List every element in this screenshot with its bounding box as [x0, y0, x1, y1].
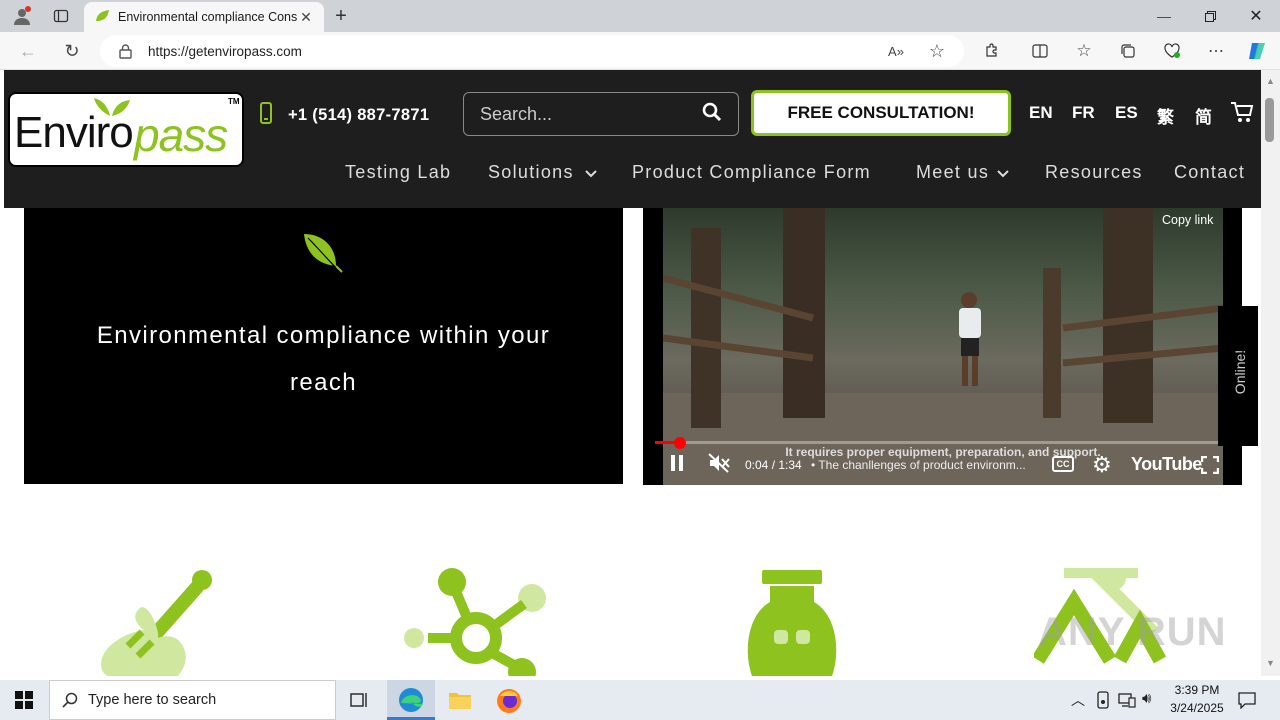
favorites-icon[interactable]: ☆	[1072, 39, 1096, 63]
phone-icon	[260, 102, 272, 129]
nav-testing-lab[interactable]: Testing Lab	[345, 162, 451, 183]
edge-icon	[398, 687, 424, 718]
search-placeholder: Search...	[480, 103, 553, 124]
language-fr[interactable]: FR	[1072, 103, 1095, 123]
anyrun-watermark: ANY RUN	[1038, 610, 1227, 654]
split-screen-icon[interactable]	[1028, 39, 1052, 63]
molecule-icon	[404, 568, 546, 676]
browser-tab-bar: Environmental compliance Cons ✕ + — ✕	[0, 0, 1280, 32]
web-page: Enviro pass TM +1 (514) 887-7871 Search.…	[4, 70, 1261, 676]
phone-number: +1 (514) 887-7871	[288, 106, 430, 124]
tab-title: Environmental compliance Cons	[118, 10, 298, 24]
scroll-up-icon[interactable]: ▲	[1266, 76, 1275, 86]
nav-meet-us[interactable]: Meet us	[916, 162, 989, 183]
leaf-favicon-icon	[94, 9, 110, 26]
hero-tagline: Environmental compliance within your rea…	[96, 322, 551, 396]
restore-icon[interactable]	[1196, 4, 1224, 28]
refresh-icon[interactable]: ↻	[58, 38, 86, 64]
copy-link[interactable]: Copy link	[1162, 213, 1213, 227]
taskbar-time[interactable]: 3:39 PM	[1166, 683, 1228, 697]
language-es[interactable]: ES	[1115, 103, 1138, 123]
nav-resources[interactable]: Resources	[1045, 162, 1143, 183]
hero-panel: Environmental compliance within your rea…	[24, 208, 623, 484]
settings-gear-icon[interactable]: ⚙	[1092, 452, 1112, 478]
windows-taskbar: Type here to search ︿ 🔊︎ 3:39 PM 3/24/20…	[0, 680, 1280, 720]
poison-bottle-skull-icon	[747, 570, 837, 676]
leaf-icon	[304, 234, 343, 275]
pause-icon[interactable]	[670, 455, 684, 476]
taskbar-date[interactable]: 3/24/2025	[1164, 701, 1230, 715]
video-time: 0:04 / 1:34	[745, 458, 802, 472]
favorite-star-icon[interactable]: ☆	[926, 40, 948, 62]
show-hidden-icons-chevron-up-icon[interactable]: ︿	[1071, 690, 1085, 710]
minimize-icon[interactable]: —	[1150, 4, 1178, 28]
solutions-chevron-down-icon	[585, 166, 597, 184]
file-explorer-icon[interactable]	[448, 689, 472, 716]
volume-icon[interactable]: 🔊︎	[1142, 690, 1151, 707]
nav-contact[interactable]: Contact	[1174, 162, 1245, 183]
url-text: https://getenviropass.com	[148, 43, 302, 59]
site-header: Enviro pass TM +1 (514) 887-7871 Search.…	[4, 70, 1261, 208]
scroll-down-icon[interactable]: ▼	[1266, 658, 1275, 668]
nav-solutions[interactable]: Solutions	[488, 162, 574, 183]
page-scrollbar[interactable]: ▲ ▼	[1261, 70, 1280, 676]
read-aloud-icon[interactable]: A»	[886, 41, 906, 61]
task-view-icon[interactable]	[350, 691, 370, 714]
scrollbar-thumb[interactable]	[1265, 98, 1274, 142]
free-consultation-button[interactable]: FREE CONSULTATION!	[751, 90, 1011, 136]
new-tab-button[interactable]: +	[328, 4, 354, 28]
language-traditional-chinese[interactable]: 繁	[1157, 103, 1174, 128]
profile-icon[interactable]	[8, 4, 36, 28]
taskbar-search-icon	[62, 692, 78, 712]
closed-captions-icon[interactable]: CC	[1052, 456, 1074, 472]
search-icon[interactable]	[702, 102, 722, 127]
more-menu-icon[interactable]: ⋯	[1204, 39, 1228, 63]
device-icon[interactable]	[1096, 691, 1110, 714]
firefox-icon[interactable]	[496, 688, 522, 719]
guitar-icon	[101, 570, 212, 676]
site-search-input[interactable]: Search...	[463, 92, 739, 136]
edge-taskbar-button[interactable]	[387, 680, 435, 720]
nav-product-compliance-form[interactable]: Product Compliance Form	[632, 162, 871, 183]
windows-start-icon[interactable]	[15, 691, 33, 714]
muted-volume-icon[interactable]	[708, 453, 730, 478]
copilot-icon[interactable]	[1244, 38, 1270, 64]
online-chat-tab[interactable]: Online!	[1218, 306, 1258, 446]
network-icon[interactable]	[1118, 692, 1136, 713]
language-simplified-chinese[interactable]: 简	[1195, 103, 1212, 128]
back-icon[interactable]: ←	[14, 38, 42, 64]
notifications-icon[interactable]	[1238, 691, 1256, 714]
extensions-icon[interactable]	[980, 39, 1004, 63]
address-bar[interactable]: https://getenviropass.com A» ☆	[100, 35, 964, 67]
video-title[interactable]: • The chanllenges of product environm...	[811, 458, 1043, 472]
youtube-video-player[interactable]: Copy link It requires proper equipment, …	[643, 208, 1242, 485]
browser-toolbar: ← ↻ https://getenviropass.com A» ☆ ☆ ⋯	[0, 32, 1280, 70]
cart-icon[interactable]	[1230, 101, 1254, 128]
logo-text-enviro: Enviro	[14, 108, 134, 157]
youtube-logo[interactable]: YouTube	[1131, 454, 1202, 475]
close-tab-icon[interactable]: ✕	[298, 9, 314, 26]
logo-text-pass: pass	[134, 109, 228, 161]
browser-tab[interactable]: Environmental compliance Cons ✕	[84, 2, 324, 32]
lock-icon[interactable]	[116, 42, 134, 60]
tab-actions-icon[interactable]	[48, 4, 74, 28]
taskbar-search-placeholder: Type here to search	[88, 692, 217, 708]
meet-us-chevron-down-icon	[997, 166, 1009, 184]
browser-essentials-icon[interactable]	[1160, 39, 1184, 63]
fullscreen-icon[interactable]	[1200, 455, 1220, 479]
online-chat-label: Online!	[1232, 349, 1248, 395]
taskbar-search-box[interactable]: Type here to search	[49, 680, 336, 720]
language-en[interactable]: EN	[1029, 103, 1053, 123]
logo-trademark: TM	[228, 97, 240, 106]
phone-contact[interactable]: +1 (514) 887-7871	[260, 102, 429, 129]
close-window-icon[interactable]: ✕	[1242, 4, 1270, 28]
enviropass-logo[interactable]: Enviro pass TM	[8, 92, 244, 167]
collections-icon[interactable]	[1116, 39, 1140, 63]
video-progress-track[interactable]	[655, 441, 1221, 444]
